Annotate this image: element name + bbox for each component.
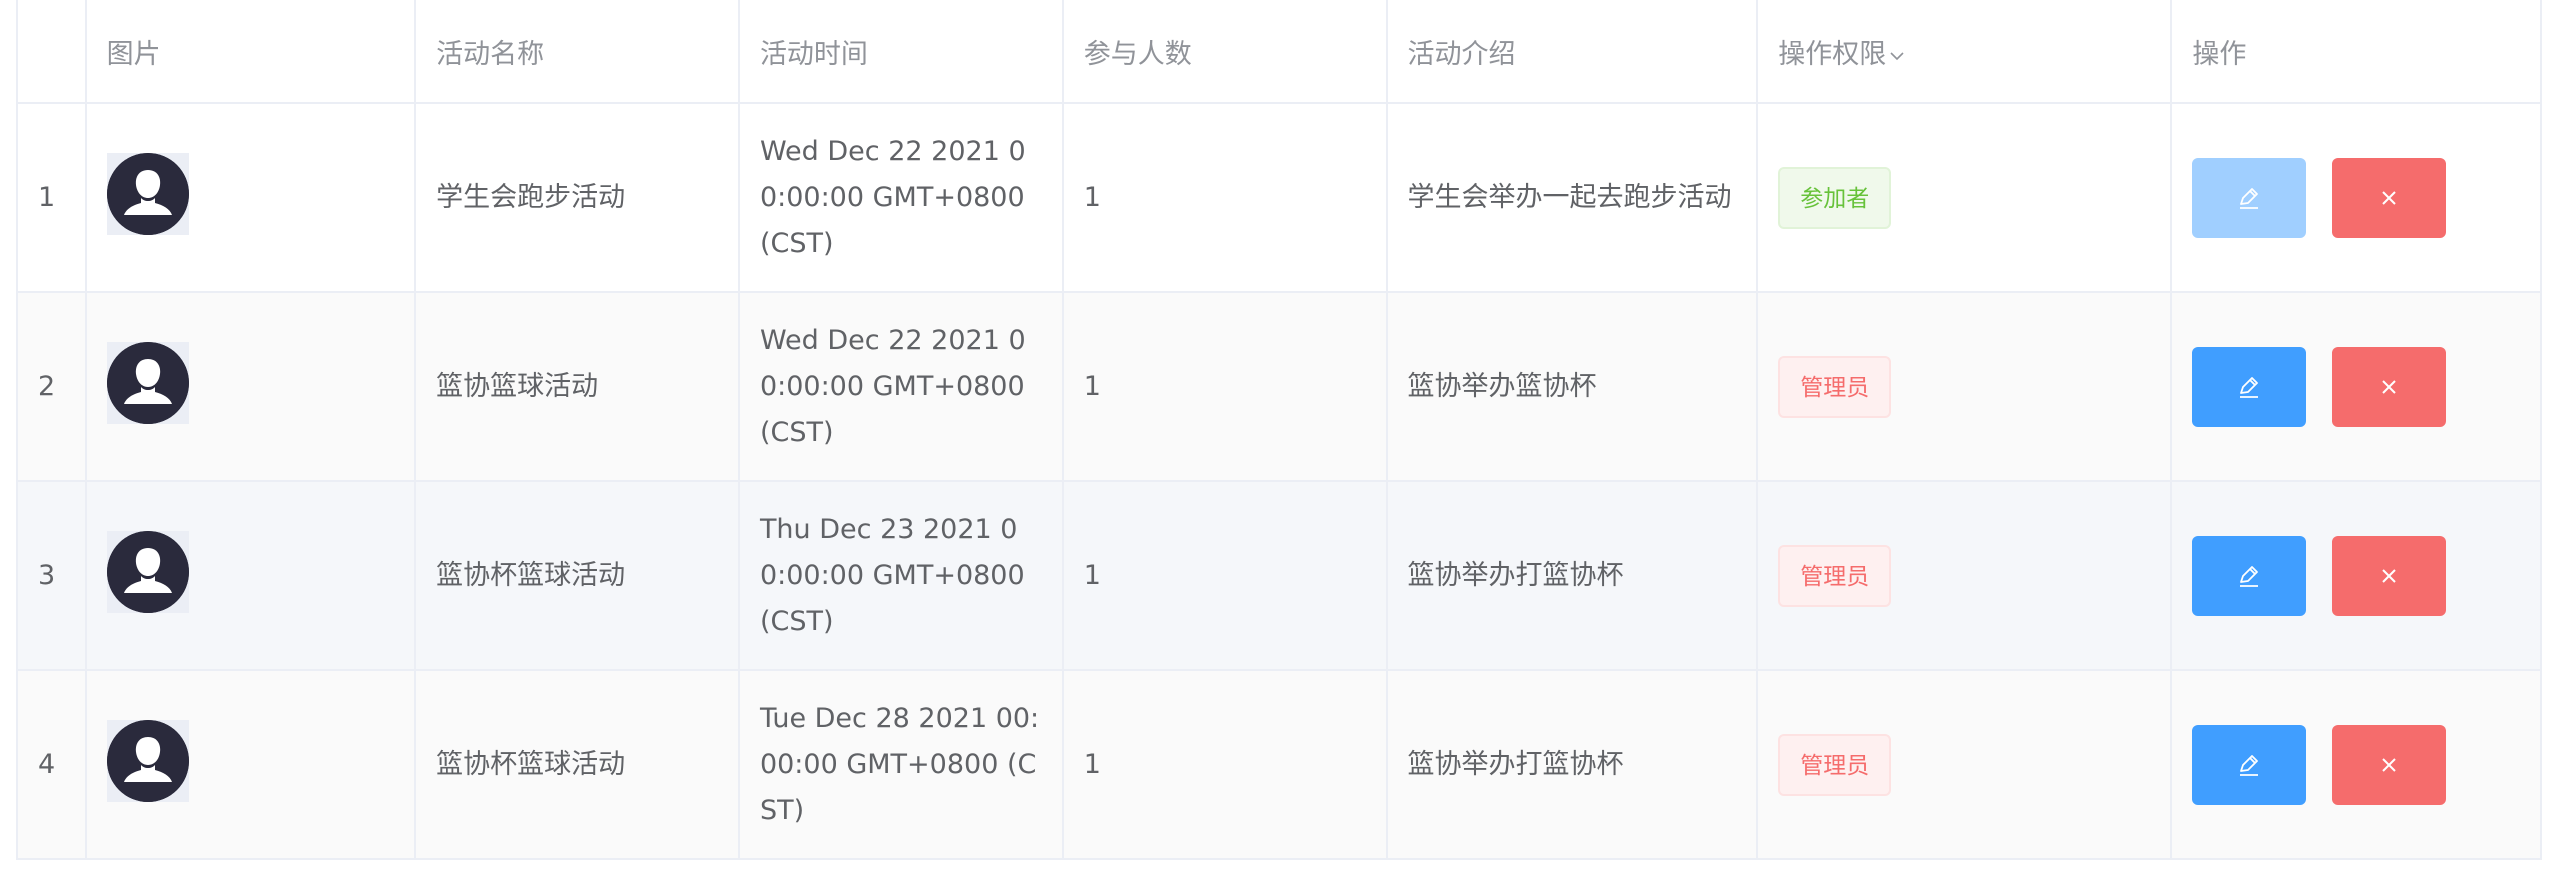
delete-button[interactable] [2332, 724, 2447, 805]
cell-index: 3 [16, 481, 87, 671]
edit-icon [2240, 376, 2259, 398]
row-index: 2 [38, 370, 56, 402]
header-name: 活动名称 [415, 0, 740, 104]
cell-intro: 篮协举办篮协杯 [1386, 292, 1759, 482]
avatar-frame [106, 342, 189, 424]
row-index: 3 [38, 559, 56, 591]
delete-button[interactable] [2332, 535, 2447, 616]
user-avatar-icon [106, 342, 189, 424]
activity-time: Thu Dec 23 2021 00:00:00 GMT+0800 (CST) [759, 513, 1025, 637]
cell-participants: 1 [1062, 292, 1388, 482]
cell-image [85, 670, 417, 860]
cell-index: 4 [16, 670, 87, 860]
edit-icon [2240, 565, 2259, 587]
delete-button[interactable] [2332, 346, 2447, 427]
cell-time: Thu Dec 23 2021 00:00:00 GMT+0800 (CST) [738, 481, 1064, 671]
participant-count: 1 [1083, 559, 1101, 591]
cell-time: Wed Dec 22 2021 00:00:00 GMT+0800 (CST) [738, 292, 1064, 482]
cell-name: 篮协篮球活动 [415, 292, 740, 482]
cell-permission: 管理员 [1757, 670, 2173, 860]
cell-participants: 1 [1062, 481, 1388, 671]
avatar-frame [106, 720, 189, 802]
close-icon [2382, 190, 2397, 205]
activity-table: 图片 活动名称 活动时间 参与人数 活动介绍 操作权限 操作 1 学生会跑步活动… [16, 0, 2542, 860]
activity-time: Tue Dec 28 2021 00:00:00 GMT+0800 (CST) [759, 702, 1040, 826]
cell-name: 篮协杯篮球活动 [415, 481, 740, 671]
header-permission[interactable]: 操作权限 [1757, 0, 2173, 104]
cell-permission: 管理员 [1757, 481, 2173, 671]
permission-tag: 管理员 [1778, 544, 1892, 607]
permission-tag: 管理员 [1778, 355, 1892, 418]
cell-name: 学生会跑步活动 [415, 103, 740, 293]
participant-count: 1 [1083, 748, 1101, 780]
row-index: 4 [38, 748, 56, 780]
cell-actions [2171, 292, 2542, 482]
header-permission-label: 操作权限 [1778, 38, 1887, 70]
header-actions: 操作 [2171, 0, 2542, 104]
header-participants: 参与人数 [1062, 0, 1388, 104]
cell-actions [2171, 670, 2542, 860]
participant-count: 1 [1083, 181, 1101, 213]
activity-name: 学生会跑步活动 [436, 181, 626, 213]
cell-actions [2171, 481, 2542, 671]
cell-intro: 学生会举办一起去跑步活动 [1386, 103, 1759, 293]
header-time: 活动时间 [738, 0, 1064, 104]
header-index [16, 0, 87, 104]
avatar-frame [106, 153, 189, 235]
user-avatar-icon [106, 720, 189, 802]
edit-button[interactable] [2192, 346, 2307, 427]
header-image: 图片 [85, 0, 417, 104]
table-row: 4 篮协杯篮球活动 Tue Dec 28 2021 00:00:00 GMT+0… [16, 670, 2542, 860]
table-row: 1 学生会跑步活动 Wed Dec 22 2021 00:00:00 GMT+0… [16, 103, 2542, 293]
close-icon [2382, 379, 2397, 394]
edit-icon [2240, 187, 2259, 209]
header-intro: 活动介绍 [1386, 0, 1759, 104]
cell-index: 2 [16, 292, 87, 482]
edit-button[interactable] [2192, 535, 2307, 616]
cell-actions [2171, 103, 2542, 293]
cell-intro: 篮协举办打篮协杯 [1386, 670, 1759, 860]
table-header-row: 图片 活动名称 活动时间 参与人数 活动介绍 操作权限 操作 [16, 0, 2542, 104]
activity-time: Wed Dec 22 2021 00:00:00 GMT+0800 (CST) [759, 324, 1026, 448]
activity-intro: 篮协举办打篮协杯 [1407, 748, 1624, 780]
edit-icon [2240, 754, 2259, 776]
cell-time: Tue Dec 28 2021 00:00:00 GMT+0800 (CST) [738, 670, 1064, 860]
cell-intro: 篮协举办打篮协杯 [1386, 481, 1759, 671]
cell-image [85, 292, 417, 482]
row-index: 1 [38, 181, 56, 213]
edit-button[interactable] [2192, 157, 2307, 238]
activity-intro: 篮协举办打篮协杯 [1407, 559, 1624, 591]
activity-name: 篮协篮球活动 [436, 370, 599, 402]
cell-time: Wed Dec 22 2021 00:00:00 GMT+0800 (CST) [738, 103, 1064, 293]
cell-permission: 管理员 [1757, 292, 2173, 482]
activity-intro: 篮协举办篮协杯 [1407, 370, 1597, 402]
activity-name: 篮协杯篮球活动 [436, 748, 626, 780]
table-row: 2 篮协篮球活动 Wed Dec 22 2021 00:00:00 GMT+08… [16, 292, 2542, 482]
table-row: 3 篮协杯篮球活动 Thu Dec 23 2021 00:00:00 GMT+0… [16, 481, 2542, 671]
chevron-down-icon[interactable] [1890, 45, 1904, 66]
avatar-frame [106, 531, 189, 613]
edit-button[interactable] [2192, 724, 2307, 805]
cell-participants: 1 [1062, 103, 1388, 293]
activity-name: 篮协杯篮球活动 [436, 559, 626, 591]
cell-image [85, 103, 417, 293]
cell-image [85, 481, 417, 671]
permission-tag: 参加者 [1778, 166, 1892, 229]
user-avatar-icon [106, 153, 189, 235]
delete-button[interactable] [2332, 157, 2447, 238]
close-icon [2382, 757, 2397, 772]
permission-tag: 管理员 [1778, 733, 1892, 796]
activity-intro: 学生会举办一起去跑步活动 [1407, 181, 1732, 213]
cell-index: 1 [16, 103, 87, 293]
participant-count: 1 [1083, 370, 1101, 402]
user-avatar-icon [106, 531, 189, 613]
cell-permission: 参加者 [1757, 103, 2173, 293]
activity-time: Wed Dec 22 2021 00:00:00 GMT+0800 (CST) [759, 135, 1026, 259]
cell-name: 篮协杯篮球活动 [415, 670, 740, 860]
close-icon [2382, 568, 2397, 583]
cell-participants: 1 [1062, 670, 1388, 860]
